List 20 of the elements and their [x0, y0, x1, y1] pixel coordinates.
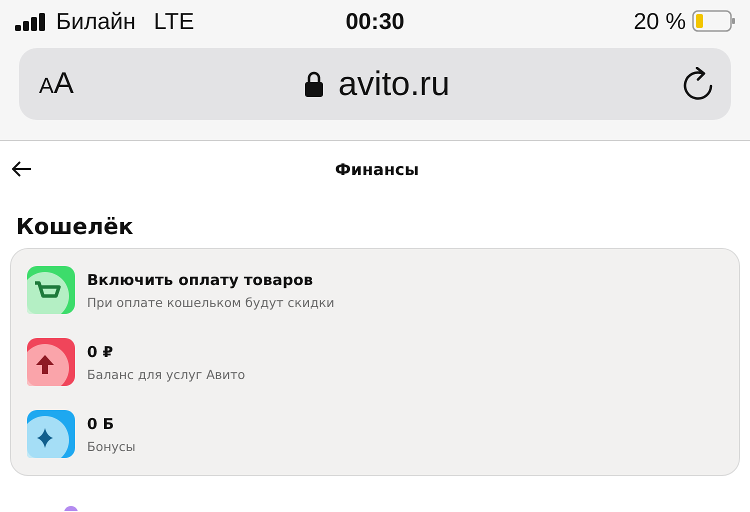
cart-icon — [27, 266, 75, 314]
item-subtitle: Бонусы — [87, 438, 136, 454]
battery-percent: 20 % — [634, 8, 686, 34]
url-text: avito.ru — [338, 64, 450, 104]
address-bar[interactable]: AA avito.ru — [19, 48, 731, 120]
reload-button[interactable] — [683, 67, 715, 101]
network-type: LTE — [154, 8, 194, 34]
item-subtitle: При оплате кошельком будут скидки — [87, 294, 334, 310]
battery-icon — [692, 10, 736, 32]
page-title: Финансы — [334, 160, 420, 178]
carrier-name: Билайн — [56, 8, 136, 34]
text-size-button[interactable]: AA — [39, 67, 74, 101]
lock-icon — [304, 70, 324, 98]
item-subtitle: Баланс для услуг Авито — [87, 366, 246, 382]
item-title[interactable]: 0 ₽ — [87, 342, 246, 360]
signal-icon — [14, 11, 48, 31]
item-title[interactable]: Включить оплату товаров — [87, 270, 334, 288]
item-title[interactable]: 0 Б — [87, 414, 136, 432]
clock-time: 00:30 — [346, 8, 404, 34]
section-title: Кошелёк — [16, 215, 134, 240]
